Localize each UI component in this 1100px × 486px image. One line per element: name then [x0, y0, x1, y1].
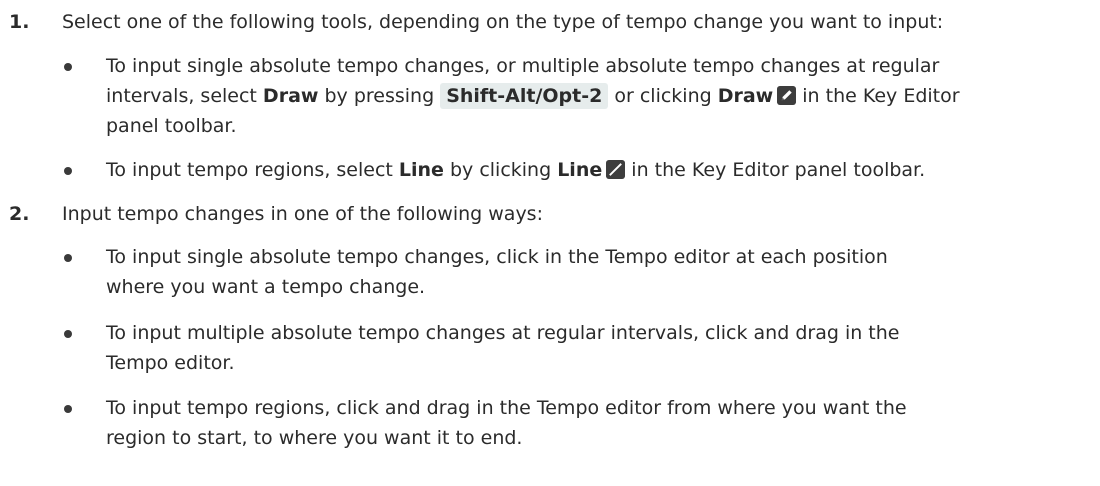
bullet-line: To input multiple absolute tempo changes…: [106, 322, 900, 344]
bullet-text-segment: panel toolbar.: [106, 115, 237, 137]
bullet-text: To input single absolute tempo changes, …: [106, 51, 1091, 141]
bullet-text-segment: in the Key Editor panel toolbar.: [625, 159, 926, 181]
draw-tool-name: Draw: [262, 85, 319, 107]
bullet-text-segment: To input tempo regions, select: [106, 159, 399, 181]
bullet-dot: [64, 167, 72, 175]
line-tool-name: Line: [398, 159, 444, 181]
bullet-text-segment: To input single absolute tempo changes, …: [106, 55, 940, 77]
bullet-dot: [64, 63, 72, 71]
bullet-line: panel toolbar.: [106, 111, 1091, 141]
bullet-text: To input tempo regions, select Line by c…: [106, 155, 1091, 185]
line-tool-name: Line: [557, 159, 603, 181]
bullet-text-segment: in the Key Editor: [796, 85, 960, 107]
step-2-number: 2.: [9, 203, 30, 225]
bullet-text: To input multiple absolute tempo changes…: [106, 318, 1091, 378]
keyboard-shortcut: Shift-Alt/Opt-2: [440, 83, 609, 109]
bullet-line: where you want a tempo change.: [106, 276, 426, 298]
bullet-line: To input single absolute tempo changes, …: [106, 246, 888, 268]
bullet-text-segment: or clicking: [608, 85, 718, 107]
pencil-icon: [777, 86, 797, 105]
bullet-text-segment: intervals, select: [106, 85, 263, 107]
bullet-line: To input single absolute tempo changes, …: [106, 51, 1091, 81]
bullet-text: To input tempo regions, click and drag i…: [106, 393, 1091, 453]
bullet-line: To input tempo regions, click and drag i…: [106, 397, 907, 419]
bullet-text: To input single absolute tempo changes, …: [106, 242, 1091, 302]
bullet-line: intervals, select Draw by pressing Shift…: [106, 81, 1091, 111]
draw-tool-name: Draw: [717, 85, 774, 107]
bullet-dot: [64, 254, 72, 262]
bullet-dot: [64, 405, 72, 413]
bullet-text-segment: by clicking: [443, 159, 558, 181]
step-2-text: Input tempo changes in one of the follow…: [62, 203, 543, 225]
bullet-dot: [64, 330, 72, 338]
bullet-line: region to start, to where you want it to…: [106, 427, 523, 449]
bullet-line: Tempo editor.: [106, 352, 235, 374]
bullet-text-segment: by pressing: [318, 85, 441, 107]
step-1-number: 1.: [9, 11, 30, 33]
line-tool-icon: [606, 160, 626, 179]
step-1-text: Select one of the following tools, depen…: [62, 11, 944, 33]
